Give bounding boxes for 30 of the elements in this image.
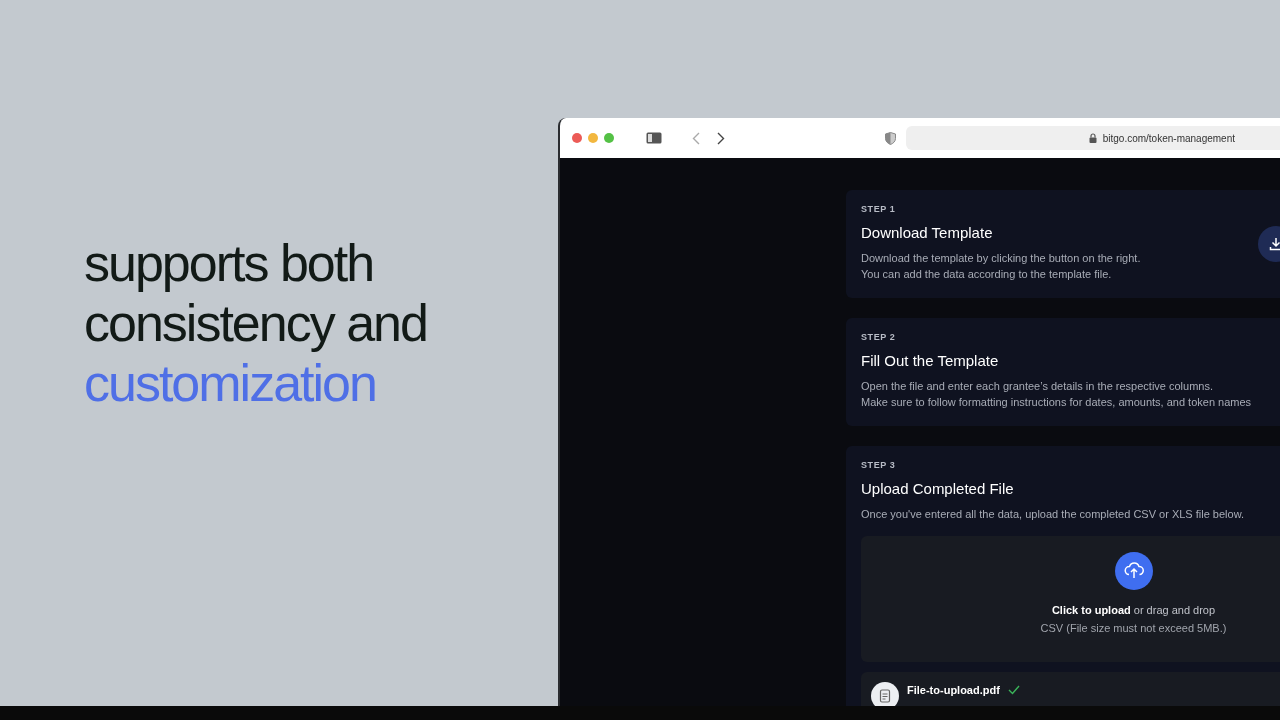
upload-instruction: Click to upload or drag and drop — [1051, 604, 1216, 616]
cloud-upload-icon[interactable] — [1114, 552, 1153, 590]
step-label: STEP 2 — [861, 332, 897, 342]
headline-line: consistency and — [84, 293, 427, 353]
file-name: File-to-upload.pdf — [907, 684, 1000, 696]
shield-icon[interactable] — [885, 131, 896, 145]
close-icon[interactable] — [572, 133, 582, 143]
step-description: Download the template by clicking the button on the right. — [861, 251, 1142, 266]
forward-icon[interactable] — [717, 131, 725, 145]
step-description: Open the file and enter each grantee’s details in the respective columns. — [861, 379, 1214, 394]
file-size-hint: CSV (File size must not exceed 5MB.) — [1040, 622, 1227, 634]
step-label: STEP 3 — [861, 460, 897, 470]
step-description: Make sure to follow formatting instructions for dates, amounts, and token names — [861, 395, 1253, 410]
document-icon — [871, 682, 899, 706]
step-title: Upload Completed File — [861, 480, 1015, 497]
sidebar-icon[interactable] — [646, 132, 662, 144]
address-bar[interactable]: bitgo.com/token-management — [906, 126, 1280, 150]
headline-line: supports both — [84, 233, 375, 293]
upload-dropzone[interactable]: Click to upload or drag and drop CSV (File size must not exceed 5MB.) — [861, 536, 1280, 662]
download-icon — [1269, 237, 1280, 251]
step-description: You can add the data according to the template file. — [861, 267, 1113, 282]
back-icon[interactable] — [692, 131, 700, 145]
minimize-icon[interactable] — [588, 133, 598, 143]
headline-line: customization — [84, 353, 377, 413]
step-title: Fill Out the Template — [861, 352, 1000, 369]
maximize-icon[interactable] — [604, 133, 614, 143]
step-description: Once you've entered all the data, upload the completed CSV or XLS file below. — [861, 507, 1246, 522]
step-title: Download Template — [861, 224, 994, 241]
step-label: STEP 1 — [861, 204, 897, 214]
lock-icon — [1088, 133, 1097, 143]
